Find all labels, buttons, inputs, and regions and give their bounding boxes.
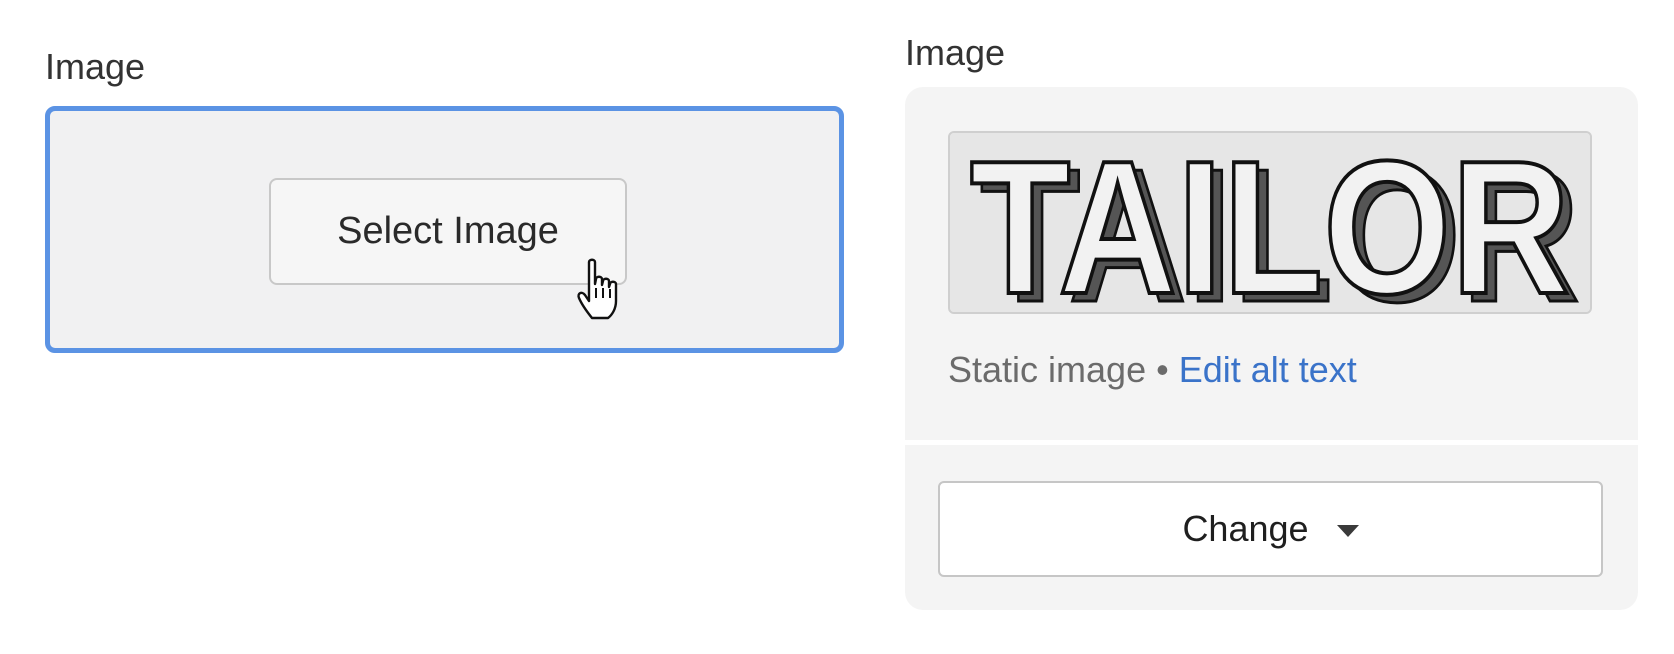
change-button-label: Change	[1182, 508, 1309, 549]
image-field-label-filled: Image	[905, 32, 1006, 73]
image-card: TAILOR TAILOR Static image • Edit alt text…	[905, 87, 1638, 610]
tailor-image-thumbnail: TAILOR TAILOR	[950, 133, 1590, 312]
caret-down-icon	[1336, 525, 1359, 537]
select-image-button[interactable]: Select Image	[269, 178, 627, 285]
edit-alt-text-link[interactable]: Edit alt text	[1179, 349, 1357, 390]
image-type-text: Static image	[948, 349, 1147, 390]
pointer-hand-cursor-icon	[577, 258, 618, 320]
image-meta: Static image • Edit alt text	[948, 349, 1357, 391]
preview-image-text: TAILOR	[970, 133, 1570, 312]
separator-dot: •	[1156, 349, 1169, 390]
card-divider	[905, 440, 1638, 445]
change-button[interactable]: Change	[938, 481, 1603, 577]
image-field-label: Image	[45, 46, 146, 87]
image-preview[interactable]: TAILOR TAILOR	[948, 131, 1592, 314]
